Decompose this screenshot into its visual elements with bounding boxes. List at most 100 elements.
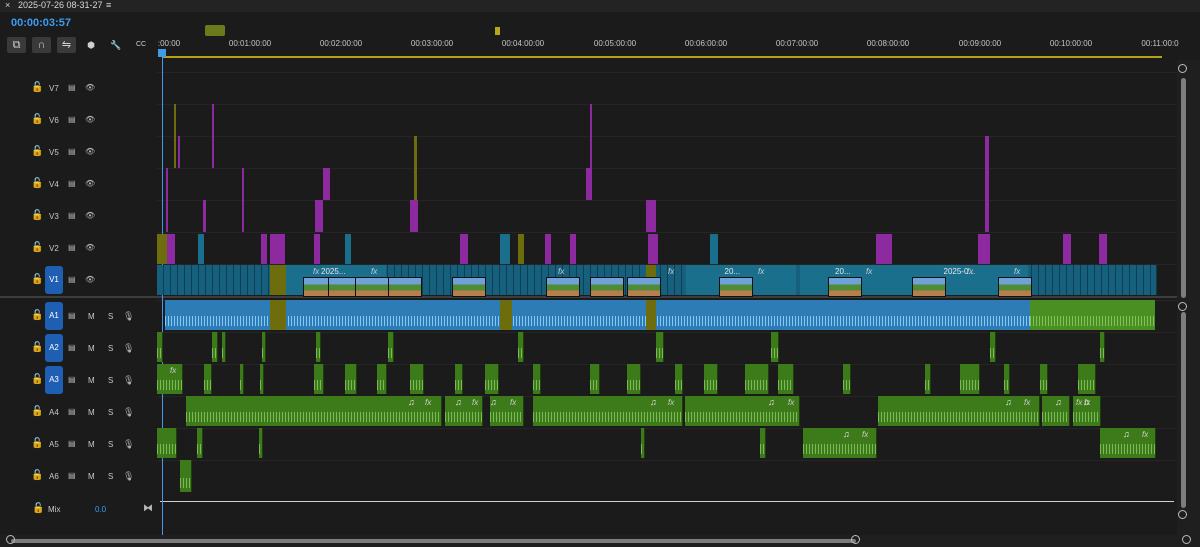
adjustment-clip[interactable] xyxy=(212,104,214,168)
track-target-a2[interactable]: A2 xyxy=(45,334,63,362)
work-area-bar[interactable] xyxy=(162,56,1162,58)
a2-clip[interactable] xyxy=(316,332,321,362)
sync-lock-icon[interactable]: ▤ xyxy=(68,114,76,126)
zoom-handle-left[interactable] xyxy=(6,535,15,544)
a2-clip[interactable] xyxy=(212,332,218,362)
scroll-handle[interactable] xyxy=(1178,64,1187,73)
adjustment-clip[interactable] xyxy=(166,168,168,232)
v2-clip[interactable] xyxy=(270,234,285,264)
voiceover-mic-icon[interactable]: 🎙 xyxy=(123,374,134,386)
solo-button[interactable]: S xyxy=(108,440,113,449)
mute-button[interactable]: M xyxy=(88,376,95,385)
a2-clip[interactable] xyxy=(990,332,996,362)
v2-clip[interactable] xyxy=(314,234,320,264)
a1-clip-green[interactable] xyxy=(1030,300,1155,330)
playhead-handle[interactable] xyxy=(158,49,166,57)
v2-clip[interactable] xyxy=(876,234,892,264)
a2-clip[interactable] xyxy=(222,332,226,362)
solo-button[interactable]: S xyxy=(108,344,113,353)
a5-clip[interactable] xyxy=(760,428,766,458)
solo-button[interactable]: S xyxy=(108,312,113,321)
adjustment-clip[interactable] xyxy=(242,168,244,232)
a3-clip[interactable] xyxy=(455,364,463,394)
mute-button[interactable]: M xyxy=(88,344,95,353)
a3-clip[interactable] xyxy=(533,364,541,394)
mute-button[interactable]: M xyxy=(88,312,95,321)
track-lane-a6[interactable] xyxy=(157,460,1177,493)
v2-clip[interactable] xyxy=(570,234,576,264)
track-target-v1[interactable]: V1 xyxy=(45,266,63,294)
a5-clip[interactable] xyxy=(197,428,203,458)
adjustment-clip[interactable] xyxy=(203,200,206,232)
a3-clip[interactable] xyxy=(345,364,357,394)
v2-clip[interactable] xyxy=(518,234,524,264)
a3-clip[interactable] xyxy=(204,364,212,394)
a4-clip[interactable] xyxy=(186,396,442,426)
sync-lock-icon[interactable]: ▤ xyxy=(68,178,76,190)
lock-icon[interactable]: 🔓 xyxy=(31,242,43,254)
sync-lock-icon[interactable]: ▤ xyxy=(68,470,76,482)
sync-lock-icon[interactable]: ▤ xyxy=(68,310,76,322)
v2-clip[interactable] xyxy=(157,234,167,264)
a2-clip[interactable] xyxy=(1100,332,1105,362)
insert-overwrite-icon[interactable]: ⧉ xyxy=(7,37,26,53)
linked-selection-icon[interactable]: ⇋ xyxy=(57,37,76,53)
a1-clip[interactable] xyxy=(646,300,656,330)
snap-magnet-icon[interactable]: ∩ xyxy=(32,37,51,53)
audio-scroll-thumb[interactable] xyxy=(1181,312,1186,508)
track-lane-a2[interactable] xyxy=(157,332,1177,365)
scroll-handle[interactable] xyxy=(1178,510,1187,519)
track-lane-v7[interactable] xyxy=(157,72,1177,105)
lock-icon[interactable]: 🔓 xyxy=(32,503,44,514)
a3-clip[interactable] xyxy=(1004,364,1010,394)
lock-icon[interactable]: 🔓 xyxy=(31,210,43,222)
adjustment-clip[interactable] xyxy=(410,200,418,232)
a3-clip[interactable] xyxy=(260,364,264,394)
solo-button[interactable]: S xyxy=(108,408,113,417)
lock-icon[interactable]: 🔓 xyxy=(31,82,43,94)
video-scroll-thumb[interactable] xyxy=(1181,78,1186,298)
a3-clip[interactable] xyxy=(960,364,980,394)
zoom-scroll-thumb[interactable] xyxy=(11,539,856,543)
a5-clip[interactable] xyxy=(259,428,263,458)
scroll-handle[interactable] xyxy=(1178,302,1187,311)
sync-lock-icon[interactable]: ▤ xyxy=(68,146,76,158)
a2-clip[interactable] xyxy=(262,332,266,362)
a5-clip[interactable] xyxy=(641,428,645,458)
v2-clip[interactable] xyxy=(1099,234,1107,264)
mix-volume-value[interactable]: 0.0 xyxy=(95,505,106,514)
lock-icon[interactable]: 🔓 xyxy=(31,114,43,126)
sync-lock-icon[interactable]: ▤ xyxy=(68,374,76,386)
voiceover-mic-icon[interactable]: 🎙 xyxy=(123,438,134,450)
adjustment-clip[interactable] xyxy=(315,200,323,232)
eye-icon[interactable]: 👁 xyxy=(85,178,95,190)
lock-icon[interactable]: 🔓 xyxy=(31,146,43,158)
adjustment-clip[interactable] xyxy=(586,168,592,200)
solo-button[interactable]: S xyxy=(108,376,113,385)
mix-end-icon[interactable]: ⧓ xyxy=(143,503,153,514)
adjustment-clip[interactable] xyxy=(646,200,656,232)
lock-icon[interactable]: 🔓 xyxy=(31,406,43,418)
a3-clip[interactable] xyxy=(778,364,794,394)
track-lane-v3[interactable] xyxy=(157,200,1177,233)
voiceover-mic-icon[interactable]: 🎙 xyxy=(123,406,134,418)
v2-clip[interactable] xyxy=(500,234,510,264)
adjustment-clip[interactable] xyxy=(323,168,330,200)
v2-clip[interactable] xyxy=(345,234,351,264)
mute-button[interactable]: M xyxy=(88,472,95,481)
track-target-a3[interactable]: A3 xyxy=(45,366,63,394)
lock-icon[interactable]: 🔓 xyxy=(31,438,43,450)
a4-clip[interactable] xyxy=(878,396,1040,426)
lock-icon[interactable]: 🔓 xyxy=(31,310,43,322)
eye-icon[interactable]: 👁 xyxy=(85,274,95,286)
voiceover-mic-icon[interactable]: 🎙 xyxy=(123,470,134,482)
adjustment-clip[interactable] xyxy=(985,136,989,232)
a2-clip[interactable] xyxy=(656,332,664,362)
v2-clip[interactable] xyxy=(1063,234,1071,264)
a2-clip[interactable] xyxy=(518,332,524,362)
a3-clip[interactable] xyxy=(590,364,600,394)
a4-clip[interactable] xyxy=(533,396,683,426)
a3-clip[interactable] xyxy=(843,364,851,394)
a2-clip[interactable] xyxy=(388,332,394,362)
voiceover-mic-icon[interactable]: 🎙 xyxy=(123,342,134,354)
